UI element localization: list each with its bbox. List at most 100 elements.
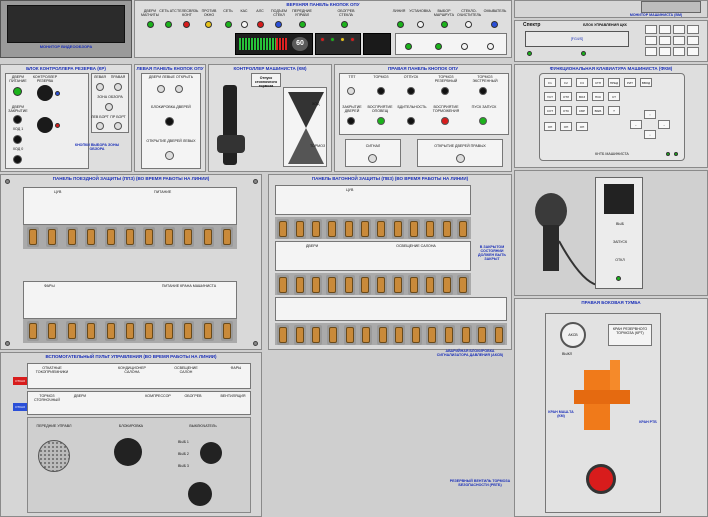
fkm-key[interactable]: СТП [592,78,604,87]
fkm-key[interactable]: → [658,120,670,129]
lamp-red[interactable] [257,21,264,28]
lamp-green[interactable] [147,21,154,28]
fuse-switch[interactable] [106,323,115,339]
lamp-white[interactable] [465,21,472,28]
keypad-key[interactable] [687,36,699,45]
fuse-switch[interactable] [344,277,353,293]
fuse-switch[interactable] [393,221,402,237]
fuse-switch[interactable] [461,327,470,343]
ack-braking-button[interactable] [441,117,449,125]
fuse-switch[interactable] [428,327,437,343]
driver-monitor-screen[interactable] [641,1,701,13]
view-left-button[interactable] [96,83,104,91]
fkm-key[interactable]: ПСК [592,92,604,101]
fuse-switch[interactable] [164,323,173,339]
keypad-key[interactable] [673,36,685,45]
fuse-switch[interactable] [203,229,212,245]
vigilance-button[interactable] [407,117,415,125]
fkm-key[interactable]: ОТЛ [560,92,572,101]
fuse-switch[interactable] [311,221,320,237]
fkm-key[interactable]: ВОЗ [576,92,588,101]
lamp-red[interactable] [183,21,190,28]
fkm-key[interactable]: F2 [560,78,572,87]
fuse-switch[interactable] [360,277,369,293]
view-right-side-button[interactable] [114,122,122,130]
fkm-key[interactable]: СОТ [544,106,556,115]
selector-switch[interactable] [200,442,222,464]
fuse-switch[interactable] [164,229,173,245]
doors-power-lamp[interactable] [13,87,22,96]
fkm-key[interactable]: ← [630,120,642,129]
fuse-switch[interactable] [442,221,451,237]
lamp-white[interactable] [461,43,468,50]
fuse-switch[interactable] [378,327,387,343]
release-button[interactable] [407,87,415,95]
lamp-green[interactable] [405,43,412,50]
keypad-key[interactable] [673,25,685,34]
fuse-switch[interactable] [445,327,453,343]
fkm-key[interactable]: РИТ [624,78,636,87]
bypass-switch[interactable] [188,482,212,506]
fuse-switch[interactable] [106,229,115,245]
fuse-switch[interactable] [311,277,320,293]
fuse-switch[interactable] [329,327,337,343]
view-right-button[interactable] [114,83,122,91]
fuse-switch[interactable] [126,229,134,245]
signal-button[interactable] [368,154,377,163]
tpt-button[interactable] [347,87,355,95]
fuse-switch[interactable] [28,323,37,339]
fuse-switch[interactable] [87,229,96,245]
fuse-switch[interactable] [411,327,420,343]
fuse-switch[interactable] [393,277,402,293]
aksv-gauge[interactable]: АКСВ [560,322,586,348]
blocking-key-switch[interactable] [114,438,142,466]
fuse-switch[interactable] [223,229,232,245]
fuse-switch[interactable] [145,323,154,339]
fuse-switch[interactable] [67,323,76,339]
fkm-key[interactable]: ОП [576,122,588,131]
lamp-green[interactable] [397,21,404,28]
fkm-key[interactable]: СБР [576,106,588,115]
lamp-green[interactable] [441,21,448,28]
fkm-key[interactable]: ↑ [644,110,656,119]
lamp-green[interactable] [299,21,306,28]
close-doors-button[interactable] [347,117,355,125]
view-zone-button[interactable] [105,103,113,111]
fuse-switch[interactable] [145,229,154,245]
ack-alert-button[interactable] [377,117,385,125]
fuse-switch[interactable] [458,277,467,293]
crane-handle-icon[interactable] [521,181,601,291]
lamp-green[interactable] [341,21,348,28]
fuse-switch[interactable] [67,229,76,245]
brake-button[interactable] [377,87,385,95]
fuse-switch[interactable] [48,229,57,245]
fkm-key[interactable]: ? [608,106,620,115]
fuse-switch[interactable] [328,221,337,237]
fuse-switch[interactable] [295,327,304,343]
keypad-key[interactable] [645,36,657,45]
lamp-blue[interactable] [275,21,282,28]
lamp-white[interactable] [487,43,494,50]
fkm-key[interactable]: F1 [544,78,556,87]
fuse-switch[interactable] [395,327,404,343]
keypad-key[interactable] [645,25,657,34]
fkm-key[interactable]: ОТК [560,106,572,115]
fuse-switch[interactable] [344,221,353,237]
fuse-switch[interactable] [279,221,288,237]
fuse-switch[interactable] [28,229,37,245]
door-lock-button[interactable] [165,117,174,126]
fuse-switch[interactable] [494,327,503,343]
lamp-white[interactable] [417,21,424,28]
lamp-white[interactable] [241,21,248,28]
view-left-side-button[interactable] [96,122,104,130]
reserve-brake-button[interactable] [441,87,449,95]
lamp-blue[interactable] [491,21,498,28]
fuse-switch[interactable] [442,277,451,293]
crane-km-handle-icon[interactable] [564,360,644,440]
fuse-switch[interactable] [426,221,435,237]
fuse-switch[interactable] [377,221,386,237]
start-button[interactable] [479,117,487,125]
emergency-block[interactable] [363,33,391,55]
fuse-switch[interactable] [279,277,288,293]
reserve-valve-button[interactable] [586,464,616,494]
